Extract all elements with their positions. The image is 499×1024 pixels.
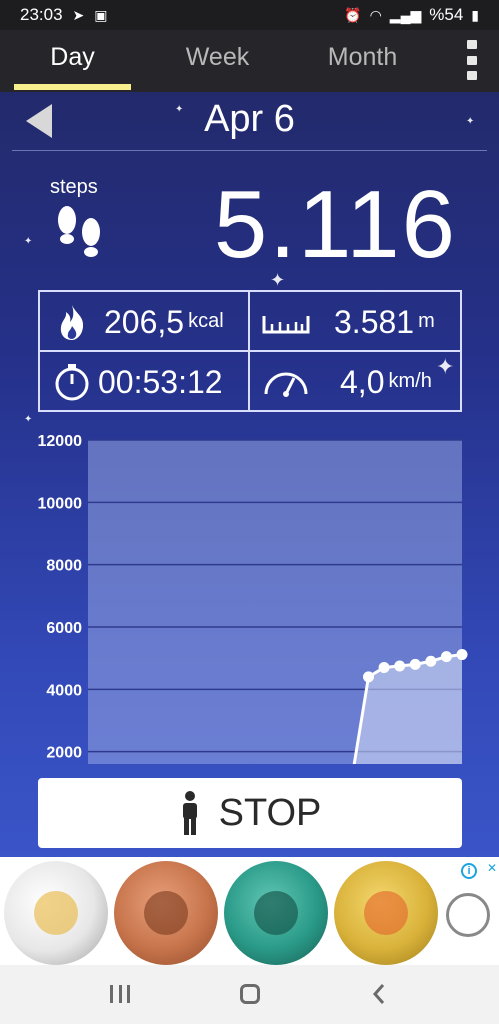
battery-text: %54 <box>429 5 464 24</box>
tab-bar: Day Week Month <box>0 30 499 92</box>
tab-day[interactable]: Day <box>0 30 145 92</box>
telegram-icon: ➤ <box>72 6 85 23</box>
ad-coin-detail <box>34 891 78 935</box>
recent-apps-icon[interactable] <box>110 985 130 1003</box>
chart-data-point <box>425 655 437 667</box>
steps-count: 5.116 <box>213 171 457 278</box>
ad-coin-detail <box>254 891 298 935</box>
divider <box>12 150 487 151</box>
speed-cell: 4,0 km/h <box>250 352 462 412</box>
chart-y-tick-label: 12000 <box>38 433 83 450</box>
ad-coin-image[interactable] <box>4 861 108 965</box>
distance-cell: 3.581 m <box>250 292 462 352</box>
chart-data-point <box>394 660 406 672</box>
ad-coin-image[interactable] <box>334 861 438 965</box>
ad-coin-image[interactable] <box>224 861 328 965</box>
speed-unit: km/h <box>388 370 432 392</box>
ad-coin-detail <box>364 891 408 935</box>
ad-coin-image[interactable] <box>114 861 218 965</box>
chart-data-point <box>409 658 421 670</box>
chart-data-point <box>378 662 390 674</box>
star-decoration: ✦ <box>24 236 33 247</box>
distance-unit: m <box>418 310 435 332</box>
chart-y-tick-label: 8000 <box>46 558 82 575</box>
stop-button[interactable]: STOP <box>38 778 462 848</box>
back-icon[interactable] <box>372 983 386 1005</box>
ad-coin-detail <box>144 891 188 935</box>
footprints-icon <box>58 206 100 257</box>
tab-week[interactable]: Week <box>145 30 290 92</box>
ruler-icon <box>262 316 310 334</box>
person-icon <box>182 791 197 835</box>
ad-banner[interactable]: i ✕ <box>0 857 499 965</box>
notification-icon: ▣ <box>94 6 108 23</box>
tab-month[interactable]: Month <box>290 30 435 92</box>
chart-data-point <box>456 649 468 661</box>
speedometer-icon <box>264 372 308 397</box>
chart-data-point <box>440 651 452 663</box>
main-panel: ✦ ✦ ✦ ✦ ✦ ✦ ✦ Apr 6 steps 5.116 206,5 kca… <box>0 92 499 857</box>
star-decoration: ✦ <box>24 414 33 425</box>
ad-close-icon[interactable]: ✕ <box>487 861 499 875</box>
distance-number: 3.581 <box>334 304 415 340</box>
duration-value: 00:53:12 <box>98 364 223 400</box>
system-nav-bar <box>0 965 499 1024</box>
steps-label: steps <box>50 176 98 198</box>
chart-data-point <box>363 671 374 683</box>
date-title: Apr 6 <box>204 98 295 140</box>
flame-icon <box>60 305 84 340</box>
battery-icon: ▮ <box>471 6 479 23</box>
signal-icon: ▂▄▆ <box>389 6 422 23</box>
chart-y-tick-label: 4000 <box>46 682 82 699</box>
distance-value: 3.581 m <box>334 304 435 341</box>
steps-chart: 1200010000800060004000200024681012141618… <box>0 428 499 764</box>
speed-value: 4,0 km/h <box>340 364 432 401</box>
calories-value: 206,5 kcal <box>104 304 224 341</box>
speed-number: 4,0 <box>340 364 385 400</box>
calories-unit: kcal <box>188 310 224 332</box>
overflow-menu-icon[interactable] <box>465 40 479 80</box>
chart-y-tick-label: 10000 <box>38 495 83 512</box>
stopwatch-icon <box>55 364 89 401</box>
ad-info-icon[interactable]: i <box>461 863 477 879</box>
wifi-icon: ◠ <box>369 6 382 23</box>
alarm-icon: ⏰ <box>344 6 362 23</box>
ad-logo[interactable] <box>446 893 490 937</box>
chart-y-tick-label: 2000 <box>46 745 82 762</box>
status-time: 23:03 <box>20 5 63 24</box>
date-row: Apr 6 <box>0 92 499 150</box>
status-bar: 23:03 ➤ ▣ ⏰ ◠ ▂▄▆ %54 ▮ <box>0 0 499 30</box>
chart-y-tick-label: 6000 <box>46 620 82 637</box>
stop-label: STOP <box>218 791 322 834</box>
calories-cell: 206,5 kcal <box>40 292 250 352</box>
calories-number: 206,5 <box>104 304 185 340</box>
steps-chart-svg: 1200010000800060004000200024681012141618… <box>38 433 468 764</box>
stats-grid: 206,5 kcal 3.581 m 00:53:12 4,0 km/h <box>38 290 462 412</box>
home-icon[interactable] <box>240 984 260 1004</box>
duration-cell: 00:53:12 <box>40 352 250 412</box>
